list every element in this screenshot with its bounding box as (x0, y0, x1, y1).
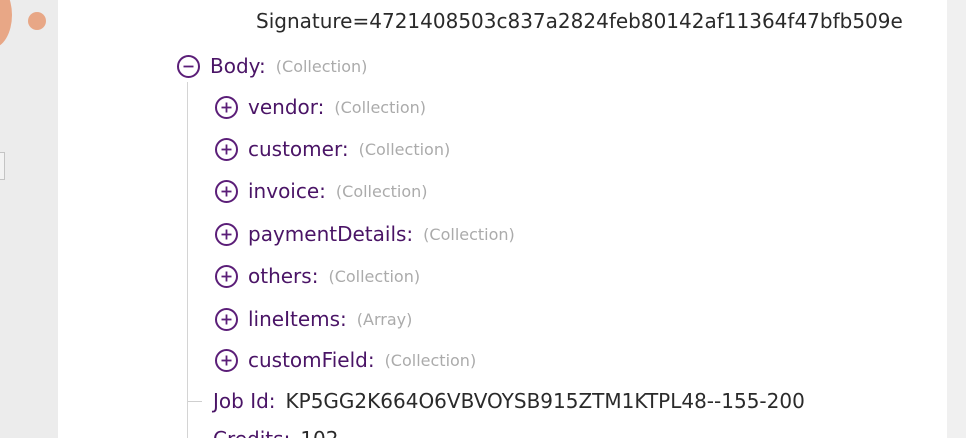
node-key: vendor: (248, 95, 325, 119)
left-sidebar (0, 0, 58, 438)
plus-circle-icon[interactable] (215, 264, 238, 288)
node-type: (Collection) (384, 350, 477, 370)
tree-node-body[interactable]: Body: (Collection) (177, 51, 367, 81)
scrollbar-track[interactable] (947, 0, 966, 438)
job-id-key: Job Id: (213, 389, 276, 413)
signature-value: Signature=4721408503c837a2824feb80142af1… (256, 9, 903, 33)
node-type: (Collection) (358, 139, 451, 159)
plus-circle-icon[interactable] (215, 179, 238, 203)
tree-leaf-tick (188, 401, 202, 402)
tree-guide-line (187, 82, 188, 438)
node-type: (Collection) (328, 266, 421, 286)
tree-leaf-job-id: Job Id: KP5GG2K664O6VBVOYSB915ZTM1KTPL48… (213, 386, 805, 416)
credits-key: Credits: (213, 427, 290, 438)
plus-circle-icon[interactable] (215, 222, 238, 246)
credits-value: 102 (300, 427, 338, 438)
body-type: (Collection) (275, 56, 368, 76)
status-dot (28, 12, 46, 30)
node-key: customer: (248, 137, 349, 161)
tree-leaf-credits: Credits: 102 (213, 424, 339, 438)
node-key: invoice: (248, 179, 326, 203)
avatar[interactable] (0, 0, 12, 48)
node-type: (Collection) (335, 181, 428, 201)
plus-circle-icon[interactable] (215, 307, 238, 331)
plus-circle-icon[interactable] (215, 137, 238, 161)
tree-node-lineitems[interactable]: lineItems: (Array) (215, 304, 412, 334)
tree-node-customer[interactable]: customer: (Collection) (215, 134, 450, 164)
node-type: (Collection) (334, 97, 426, 117)
plus-circle-icon[interactable] (215, 348, 238, 372)
tree-node-invoice[interactable]: invoice: (Collection) (215, 176, 428, 206)
job-id-value: KP5GG2K664O6VBVOYSB915ZTM1KTPL48--155-20… (285, 389, 805, 413)
node-key: paymentDetails: (248, 222, 414, 246)
tree-node-others[interactable]: others: (Collection) (215, 261, 420, 291)
node-type: (Array) (356, 309, 413, 329)
tree-node-paymentdetails[interactable]: paymentDetails: (Collection) (215, 219, 515, 249)
plus-circle-icon[interactable] (215, 95, 238, 119)
node-key: others: (248, 264, 319, 288)
tree-node-customfield[interactable]: customField: (Collection) (215, 345, 476, 375)
inspector-panel: Signature=4721408503c837a2824feb80142af1… (58, 0, 947, 438)
minus-circle-icon[interactable] (177, 54, 200, 78)
node-key: customField: (248, 348, 375, 372)
body-key: Body: (210, 54, 266, 78)
node-key: lineItems: (248, 307, 347, 331)
sidebar-handle[interactable] (0, 152, 5, 180)
tree-node-vendor[interactable]: vendor: (Collection) (215, 92, 426, 122)
app-window: Signature=4721408503c837a2824feb80142af1… (0, 0, 966, 438)
node-type: (Collection) (423, 224, 515, 244)
